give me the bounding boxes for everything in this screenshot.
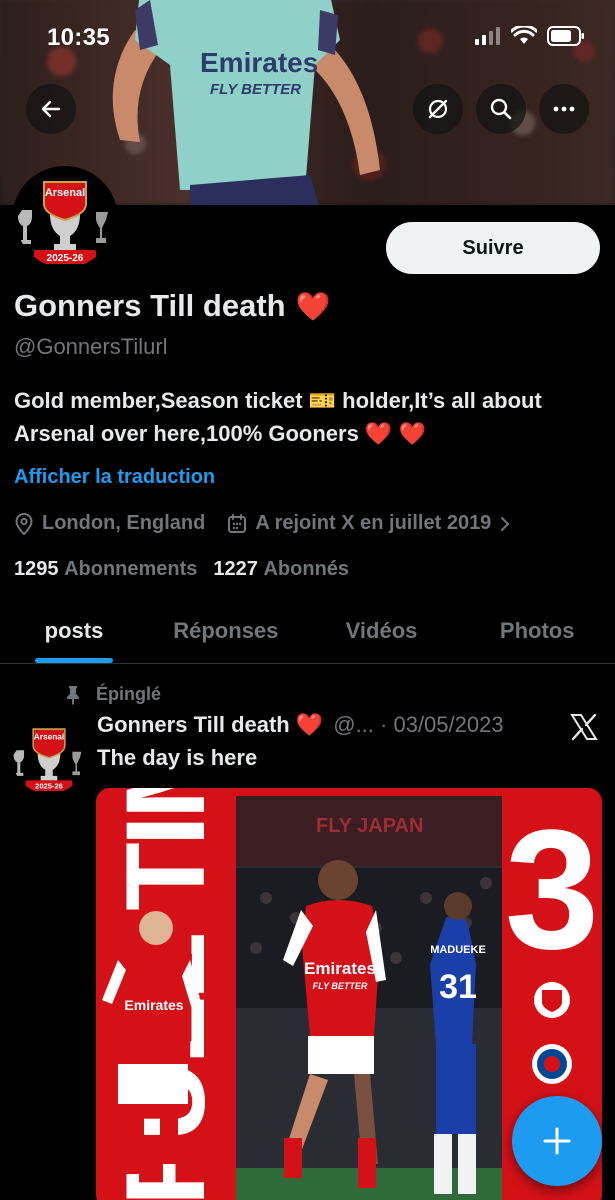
arsenal-trophy-avatar-image: Arsenal 2025-26 bbox=[16, 170, 114, 268]
back-button[interactable] bbox=[26, 84, 76, 134]
tab-replies[interactable]: Réponses bbox=[148, 598, 304, 663]
stadium-board-text: FLY JAPAN bbox=[316, 815, 423, 837]
profile-handle: @GonnersTilurl bbox=[14, 334, 168, 359]
post-text: The day is here bbox=[97, 745, 258, 770]
tab-photos[interactable]: Photos bbox=[459, 598, 615, 663]
status-icons bbox=[475, 26, 585, 46]
profile-name: Gonners Till death bbox=[14, 288, 286, 323]
pinned-indicator: Épinglé bbox=[64, 684, 161, 705]
pinned-label: Épinglé bbox=[96, 684, 162, 704]
profile-meta: London, England A rejoint X en juillet 2… bbox=[14, 512, 511, 535]
score-text: 3 bbox=[505, 795, 600, 985]
joined-item[interactable]: A rejoint X en juillet 2019 bbox=[227, 512, 511, 535]
opponent-name-text: MADUEKE bbox=[430, 944, 486, 956]
profile-avatar[interactable]: Arsenal 2025-26 bbox=[12, 166, 118, 272]
following-stat[interactable]: 1295 Abonnements bbox=[14, 558, 197, 581]
tab-videos[interactable]: Vidéos bbox=[304, 598, 460, 663]
followers-count: 1227 bbox=[213, 558, 258, 580]
search-button[interactable] bbox=[476, 84, 526, 134]
more-options-button[interactable] bbox=[539, 84, 589, 134]
cellular-signal-icon bbox=[475, 27, 500, 45]
post-meta: @... · 03/05/2023 bbox=[333, 712, 504, 737]
heart-emoji: ❤️ bbox=[295, 290, 331, 322]
active-tab-indicator bbox=[35, 658, 113, 663]
joined-text: A rejoint X en juillet 2019 bbox=[255, 512, 492, 534]
post-avatar-season-text: 2025-26 bbox=[35, 782, 63, 791]
svg-text:Emirates: Emirates bbox=[124, 997, 183, 1013]
avatar-season-text: 2025-26 bbox=[47, 253, 84, 264]
followers-stat[interactable]: 1227 Abonnés bbox=[213, 558, 349, 581]
post-author-avatar[interactable]: Arsenal 2025-26 bbox=[12, 720, 86, 794]
grok-button[interactable] bbox=[413, 84, 463, 134]
tab-replies-label: Réponses bbox=[173, 617, 279, 643]
main-player-sponsor-2: FLY BETTER bbox=[313, 981, 368, 991]
location-pin-icon bbox=[15, 512, 33, 535]
tab-posts-label: posts bbox=[44, 617, 104, 643]
pin-icon bbox=[67, 685, 79, 705]
svg-text:FLY BETTER: FLY BETTER bbox=[210, 81, 301, 98]
follow-button[interactable]: Suivre bbox=[386, 222, 600, 274]
status-time: 10:35 bbox=[47, 24, 110, 51]
plus-icon bbox=[543, 1127, 571, 1155]
arrow-left-icon bbox=[41, 100, 61, 118]
more-dots-icon bbox=[553, 106, 575, 112]
profile-bio: Gold member,Season ticket 🎫 holder,It’s … bbox=[14, 384, 604, 450]
chevron-right-icon bbox=[501, 516, 510, 531]
bio-line-1: Gold member,Season ticket 🎫 holder,It’s … bbox=[14, 388, 542, 413]
opponent-number-text: 31 bbox=[439, 968, 477, 1006]
followers-label: Abonnés bbox=[263, 558, 350, 580]
profile-name-row: Gonners Till death ❤️ bbox=[14, 288, 330, 324]
tab-photos-label: Photos bbox=[499, 617, 575, 643]
following-label: Abonnements bbox=[64, 558, 198, 580]
arsenal-trophy-avatar-image: Arsenal 2025-26 bbox=[12, 720, 86, 794]
calendar-icon bbox=[228, 513, 247, 533]
battery-icon bbox=[547, 26, 584, 46]
location-text: London, England bbox=[42, 512, 206, 534]
main-player-sponsor: Emirates bbox=[304, 959, 376, 978]
grok-icon bbox=[428, 99, 448, 119]
following-count: 1295 bbox=[14, 558, 59, 580]
status-bar: 10:35 bbox=[0, 0, 615, 80]
x-logo-icon bbox=[570, 713, 598, 741]
compose-post-button[interactable] bbox=[512, 1096, 602, 1186]
tab-posts[interactable]: posts bbox=[0, 598, 148, 663]
show-translation-link[interactable]: Afficher la traduction bbox=[14, 466, 215, 489]
tab-videos-label: Vidéos bbox=[345, 617, 418, 643]
post-author-name[interactable]: Gonners Till death ❤️ bbox=[97, 712, 323, 738]
avatar-crest-text: Arsenal bbox=[45, 187, 85, 199]
location-item: London, England bbox=[14, 512, 205, 535]
wifi-icon bbox=[511, 26, 537, 44]
x-logo-button[interactable] bbox=[570, 713, 598, 746]
profile-tabs: posts Réponses Vidéos Photos bbox=[0, 598, 615, 664]
search-icon bbox=[490, 98, 512, 120]
follow-stats: 1295 Abonnements 1227 Abonnés bbox=[14, 558, 349, 581]
post-header: Gonners Till death ❤️ @... · 03/05/2023 bbox=[97, 712, 504, 738]
bio-line-2: Arsenal over here,100% Gooners ❤️ ❤️ bbox=[14, 421, 426, 446]
post-avatar-crest-text: Arsenal bbox=[34, 732, 64, 742]
